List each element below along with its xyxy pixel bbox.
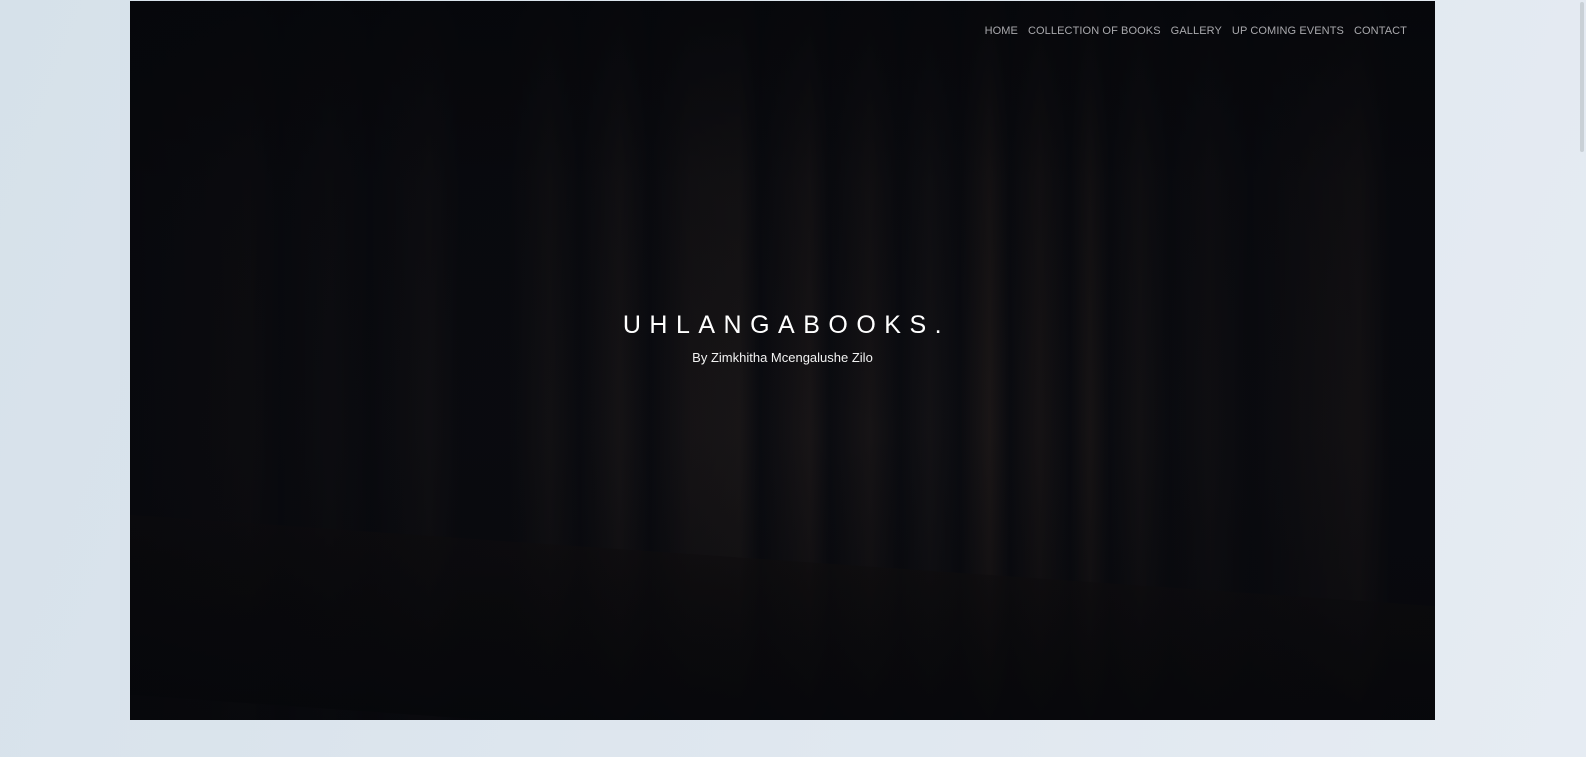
main-navigation: HOME COLLECTION OF BOOKS GALLERY UP COMI… bbox=[985, 25, 1407, 37]
nav-collection-of-books-link[interactable]: COLLECTION OF BOOKS bbox=[1028, 25, 1161, 37]
scrollbar-thumb[interactable] bbox=[1580, 2, 1584, 152]
site-subtitle: By Zimkhitha Mcengalushe Zilo bbox=[692, 350, 873, 365]
hero-title-block: UHLANGABOOKS. By Zimkhitha Mcengalushe Z… bbox=[130, 311, 1435, 365]
nav-upcoming-events-link[interactable]: UP COMING EVENTS bbox=[1232, 25, 1344, 37]
nav-gallery-link[interactable]: GALLERY bbox=[1171, 25, 1222, 37]
hero-banner: HOME COLLECTION OF BOOKS GALLERY UP COMI… bbox=[130, 1, 1435, 720]
vertical-scrollbar[interactable] bbox=[1569, 0, 1586, 757]
site-title: UHLANGABOOKS. bbox=[622, 311, 951, 339]
nav-home-link[interactable]: HOME bbox=[985, 25, 1018, 37]
nav-contact-link[interactable]: CONTACT bbox=[1354, 25, 1407, 37]
